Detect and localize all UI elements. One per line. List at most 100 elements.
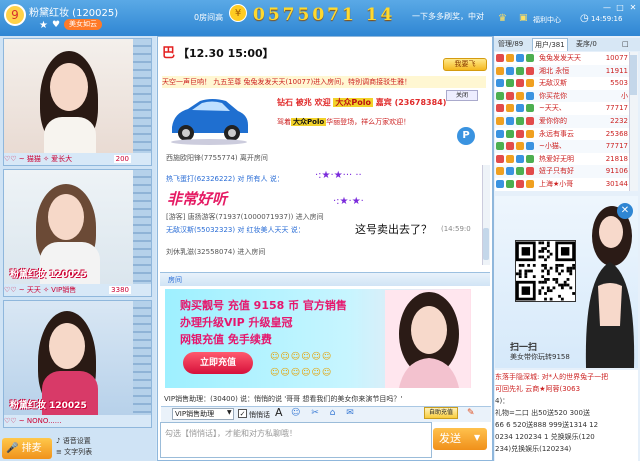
qr-ad-model-image bbox=[585, 206, 635, 368]
qr-code-pattern bbox=[516, 241, 575, 301]
close-button[interactable]: ✕ bbox=[627, 2, 639, 14]
video-panel-1[interactable]: ♡♡ ~ 猫猫 ✧ 爱长大 200 bbox=[3, 38, 152, 166]
streamer-name[interactable]: ♡♡ ~ 天天 ✧ VIP销售 bbox=[4, 285, 76, 295]
maximize-button[interactable]: □ bbox=[614, 2, 626, 14]
car-icon bbox=[171, 99, 248, 145]
emoji-toolbar-icons[interactable]: ☺ ✂ ⌂ ✉ bbox=[291, 408, 358, 418]
streamer-name[interactable]: ♡♡ ~ 猫猫 ✧ 爱长大 bbox=[4, 154, 72, 164]
user-badge-icon bbox=[506, 129, 514, 138]
user-badge-icon bbox=[496, 66, 504, 75]
chat-big-text: 非常好听 bbox=[167, 190, 228, 208]
user-row[interactable]: 热爱好无明 21818 bbox=[495, 153, 629, 166]
heart-icon[interactable]: ♥ bbox=[52, 20, 60, 30]
self-recharge-button[interactable]: 自助充值 bbox=[424, 407, 458, 419]
clear-icon[interactable]: ✎ bbox=[467, 408, 475, 418]
ad-line-3: 网银充值 免手续费 bbox=[180, 333, 272, 346]
emoji-row: ☺☺☺☺☺☺ bbox=[270, 352, 333, 362]
parking-badge-icon[interactable]: P bbox=[457, 127, 475, 145]
room-tab[interactable]: 房间 bbox=[168, 275, 182, 285]
user-badge-icon bbox=[496, 79, 504, 88]
trophy-icon[interactable]: ♛ bbox=[498, 13, 507, 24]
close-banner-button[interactable]: 关闭 bbox=[446, 90, 478, 101]
room-number: 0575071 14 bbox=[253, 5, 396, 25]
user-name: 无敌汉斯 bbox=[539, 79, 567, 88]
user-badge-icon bbox=[496, 154, 504, 163]
sparkle-emote: ·:★·★· bbox=[333, 196, 364, 207]
user-id: 2232 bbox=[610, 117, 628, 125]
chat-line: 4)： bbox=[495, 397, 510, 405]
message-input-placeholder: 勾选【悄悄话】，才能和对方私聊哦！ bbox=[165, 429, 297, 438]
sparkle-emote: ·:★·★··· ·· bbox=[315, 170, 362, 181]
user-name: 热爱好无明 bbox=[539, 154, 574, 163]
streamer-video bbox=[4, 39, 134, 153]
user-badge-icon bbox=[526, 154, 534, 163]
video-panel-2[interactable]: 粉黛红妆 120025 ♡♡ ~ 天天 ✧ VIP销售 3380 bbox=[3, 169, 152, 297]
chat-line: 刘休乳滋(32558074) 进入房间 bbox=[166, 248, 266, 256]
ad-model-image bbox=[385, 290, 470, 388]
gift-icon[interactable]: ▣ bbox=[519, 13, 528, 23]
user-row[interactable]: 无敌汉斯 5503 bbox=[495, 77, 629, 90]
volume-bar bbox=[133, 170, 151, 296]
user-tabs: 管理/89 用户/381 麦序/0 □ bbox=[494, 38, 640, 51]
user-row[interactable]: 上海★小哥 30144 bbox=[495, 178, 629, 191]
user-badge-icon bbox=[516, 104, 524, 113]
user-id: 10077 bbox=[605, 54, 628, 62]
tab-admins[interactable]: 管理/89 bbox=[496, 38, 525, 51]
user-badge-icon bbox=[526, 167, 534, 176]
user-row[interactable]: 兔兔发发天天 10077 bbox=[495, 52, 629, 65]
voice-settings-link[interactable]: ♪ 语音设置 bbox=[56, 436, 92, 447]
send-options-icon[interactable]: ▼ bbox=[474, 433, 480, 442]
font-icon[interactable]: A bbox=[275, 406, 283, 419]
welfare-center-button[interactable]: 福利中心 bbox=[533, 15, 561, 25]
tab-mic-queue[interactable]: 麦序/0 bbox=[574, 38, 599, 51]
list-icon: ≡ bbox=[56, 448, 65, 456]
marquee-text: 一下多多刷奖，中对 bbox=[412, 12, 484, 21]
chat-scroll-thumb[interactable] bbox=[483, 228, 489, 260]
fly-button[interactable]: 我要飞 bbox=[443, 58, 487, 71]
user-row[interactable]: 永远有事云 25368 bbox=[495, 128, 629, 141]
star-icon[interactable]: ★ bbox=[39, 20, 48, 31]
queue-mic-button[interactable]: 🎤 排麦 bbox=[2, 438, 52, 459]
right-chat-feed: 东落手隐深城: 对*人的世界兔子一把 可回先礼 云商★阿蓉(3063 4)： 礼物=二… bbox=[495, 370, 638, 461]
text-list-link[interactable]: ≡ 文字列表 bbox=[56, 447, 92, 458]
user-badge-icon bbox=[506, 54, 514, 62]
user-badge-icon bbox=[506, 154, 514, 163]
user-badge-icon bbox=[526, 54, 534, 62]
recipient-select[interactable]: VIP销售助理 bbox=[172, 408, 234, 420]
user-row[interactable]: 爱你你的 2232 bbox=[495, 115, 629, 128]
chevron-down-icon[interactable]: ▼ bbox=[227, 409, 232, 416]
user-list-scroll-thumb[interactable] bbox=[630, 55, 637, 95]
user-badge-icon bbox=[506, 142, 514, 151]
streamer-name[interactable]: ♡♡ ~ NONO...... bbox=[4, 417, 61, 425]
user-row[interactable]: 妞子只有好 91106 bbox=[495, 165, 629, 178]
close-icon[interactable]: ✕ bbox=[617, 203, 633, 219]
user-list: 兔兔发发天天 10077 湘北 永恒 11911 无敌汉斯 5503 你买花你 小 ~天天、 77… bbox=[495, 52, 629, 191]
clock-icon: ◷ bbox=[580, 13, 589, 24]
user-badge-icon bbox=[496, 142, 504, 151]
recharge-now-button[interactable]: 立即充值 bbox=[183, 352, 253, 374]
chat-message: 这号卖出去了？ bbox=[355, 223, 432, 236]
tab-more[interactable]: □ bbox=[620, 38, 631, 51]
user-row[interactable]: 你买花你 小 bbox=[495, 89, 629, 103]
user-name: 永远有事云 bbox=[539, 129, 574, 138]
user-badge-icon bbox=[516, 142, 524, 151]
user-badge-icon bbox=[496, 167, 504, 176]
whisper-checkbox[interactable]: ✓ bbox=[238, 409, 247, 418]
user-badge-icon bbox=[516, 180, 524, 188]
user-row[interactable]: ~天天、 77717 bbox=[495, 102, 629, 115]
user-badge-icon bbox=[496, 104, 504, 113]
user-badge-icon bbox=[496, 91, 504, 100]
minimize-button[interactable]: — bbox=[601, 2, 613, 14]
announcement-bar: 天空一声巨响！ 九五至尊 兔兔发发天天(10077)进入房间，特别调商接驳生雅！ bbox=[162, 76, 486, 88]
user-row[interactable]: ~小猫、 77717 bbox=[495, 140, 629, 153]
user-row[interactable]: 湘北 永恒 11911 bbox=[495, 64, 629, 78]
user-badge-icon bbox=[496, 54, 504, 62]
user-badge-icon bbox=[516, 154, 524, 163]
user-badge-icon bbox=[496, 129, 504, 138]
user-badge-icon bbox=[526, 117, 534, 125]
user-badge-icon bbox=[496, 117, 504, 125]
tab-users[interactable]: 用户/381 bbox=[532, 38, 568, 51]
video-panel-3[interactable]: 粉黛红妆 120025 ♡♡ ~ NONO...... bbox=[3, 300, 152, 428]
viewer-count: 3380 bbox=[109, 286, 131, 294]
user-badge-icon bbox=[506, 117, 514, 125]
